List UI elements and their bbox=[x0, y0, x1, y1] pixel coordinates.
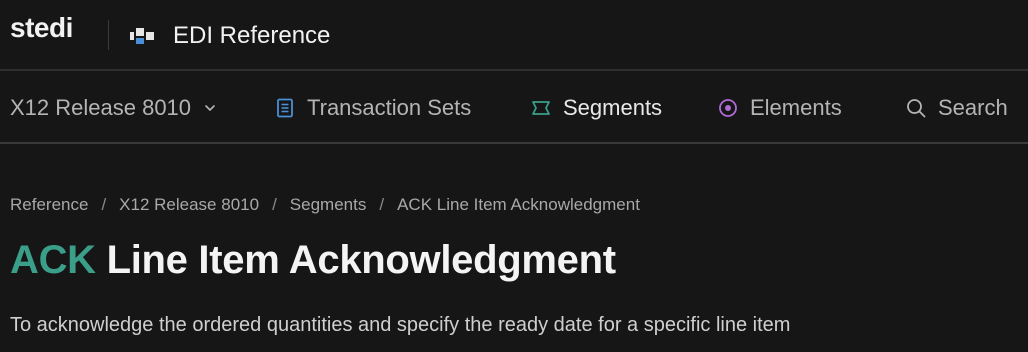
nav-segments-label: Segments bbox=[563, 95, 663, 120]
chevron-down-icon bbox=[205, 105, 215, 111]
segment-icon bbox=[532, 101, 550, 115]
page-title: ACK Line Item Acknowledgment bbox=[10, 236, 616, 284]
nav-segments[interactable]: Segments bbox=[531, 93, 662, 123]
segment-description: To acknowledge the ordered quantities an… bbox=[10, 314, 791, 336]
breadcrumb-reference[interactable]: Reference bbox=[10, 194, 88, 216]
top-bar: stedi EDI Reference bbox=[0, 0, 1028, 71]
search-icon bbox=[907, 99, 926, 118]
document-icon bbox=[277, 98, 293, 118]
breadcrumb-separator: / bbox=[101, 195, 107, 214]
breadcrumb-segments[interactable]: Segments bbox=[290, 194, 367, 216]
nav-elements[interactable]: Elements bbox=[718, 93, 842, 123]
search-button[interactable]: Search bbox=[906, 93, 1008, 123]
segment-code: ACK bbox=[10, 238, 96, 282]
segment-name: Line Item Acknowledgment bbox=[106, 238, 616, 282]
app-title[interactable]: EDI Reference bbox=[173, 22, 330, 50]
breadcrumb-current: ACK Line Item Acknowledgment bbox=[397, 195, 640, 214]
nav-transaction-sets-label: Transaction Sets bbox=[307, 95, 472, 120]
breadcrumb-separator: / bbox=[379, 195, 385, 214]
breadcrumb: Reference / X12 Release 8010 / Segments … bbox=[10, 194, 640, 216]
nav-elements-label: Elements bbox=[750, 95, 842, 120]
nav-transaction-sets[interactable]: Transaction Sets bbox=[275, 93, 471, 123]
breadcrumb-separator: / bbox=[272, 195, 277, 214]
search-label: Search bbox=[938, 95, 1008, 120]
breadcrumb-release[interactable]: X12 Release 8010 bbox=[119, 194, 259, 216]
edi-reference-icon bbox=[130, 28, 154, 44]
release-selector[interactable]: X12 Release 8010 bbox=[10, 93, 217, 123]
target-icon bbox=[719, 99, 737, 117]
main-nav: X12 Release 8010 Transaction Sets Segmen… bbox=[0, 73, 1028, 144]
release-label: X12 Release 8010 bbox=[10, 95, 192, 120]
header-divider bbox=[108, 20, 109, 50]
stedi-logo[interactable]: stedi bbox=[10, 14, 73, 42]
